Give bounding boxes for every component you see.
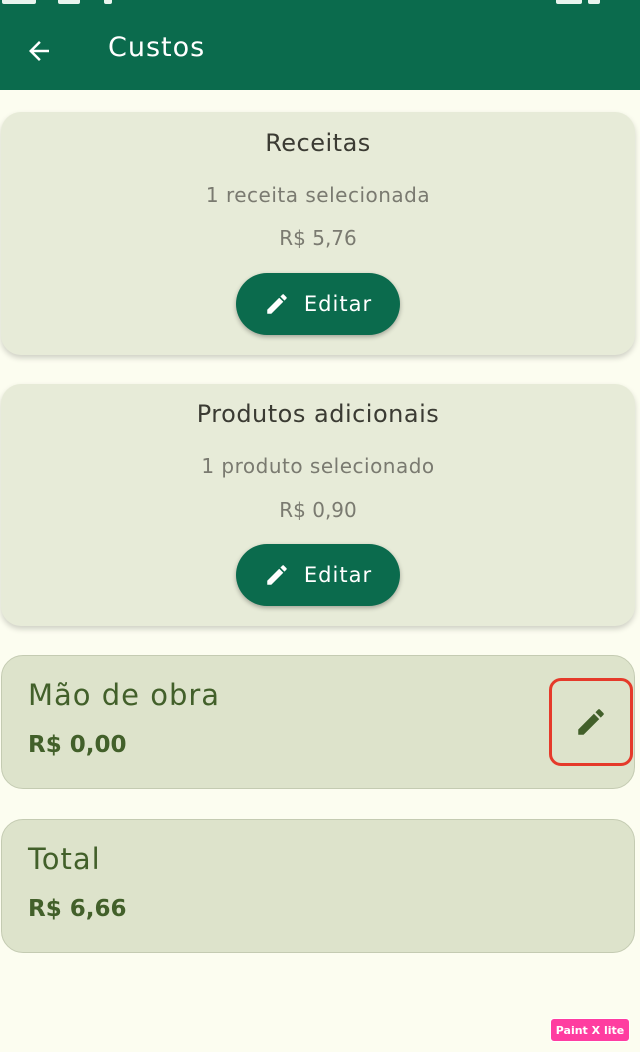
edit-button-label: Editar: [303, 292, 373, 316]
app-bar: Custos: [0, 0, 640, 90]
recipes-selected-count: 1 receita selecionada: [205, 183, 431, 207]
pencil-icon: [267, 565, 287, 585]
watermark-logo: Paint X lite: [550, 1018, 630, 1042]
pencil-icon: [578, 709, 604, 735]
recipes-card: Receitas 1 receita selecionada R$ 5,76 E…: [1, 112, 635, 355]
additional-products-selected-count: 1 produto selecionado: [201, 454, 435, 478]
total-value: R$ 6,66: [28, 896, 127, 922]
recipes-title: Receitas: [265, 129, 371, 157]
labor-card: Mão de obra R$ 0,00: [1, 655, 635, 789]
additional-products-price: R$ 0,90: [279, 498, 357, 522]
additional-products-card: Produtos adicionais 1 produto selecionad…: [1, 384, 635, 626]
edit-recipes-button[interactable]: Editar: [236, 273, 400, 335]
labor-title: Mão de obra: [28, 678, 221, 712]
back-button[interactable]: [18, 30, 60, 72]
total-title: Total: [28, 842, 101, 876]
total-card: Total R$ 6,66: [1, 819, 635, 953]
labor-value: R$ 0,00: [28, 732, 127, 758]
edit-button-label: Editar: [303, 563, 373, 587]
additional-products-title: Produtos adicionais: [196, 400, 440, 428]
recipes-price: R$ 5,76: [279, 226, 357, 250]
edit-labor-button[interactable]: [549, 678, 633, 766]
edit-additional-products-button[interactable]: Editar: [236, 544, 400, 606]
status-bar: [0, 0, 640, 8]
arrow-left-icon: [29, 41, 49, 61]
pencil-icon: [267, 294, 287, 314]
page-title: Custos: [108, 32, 206, 63]
